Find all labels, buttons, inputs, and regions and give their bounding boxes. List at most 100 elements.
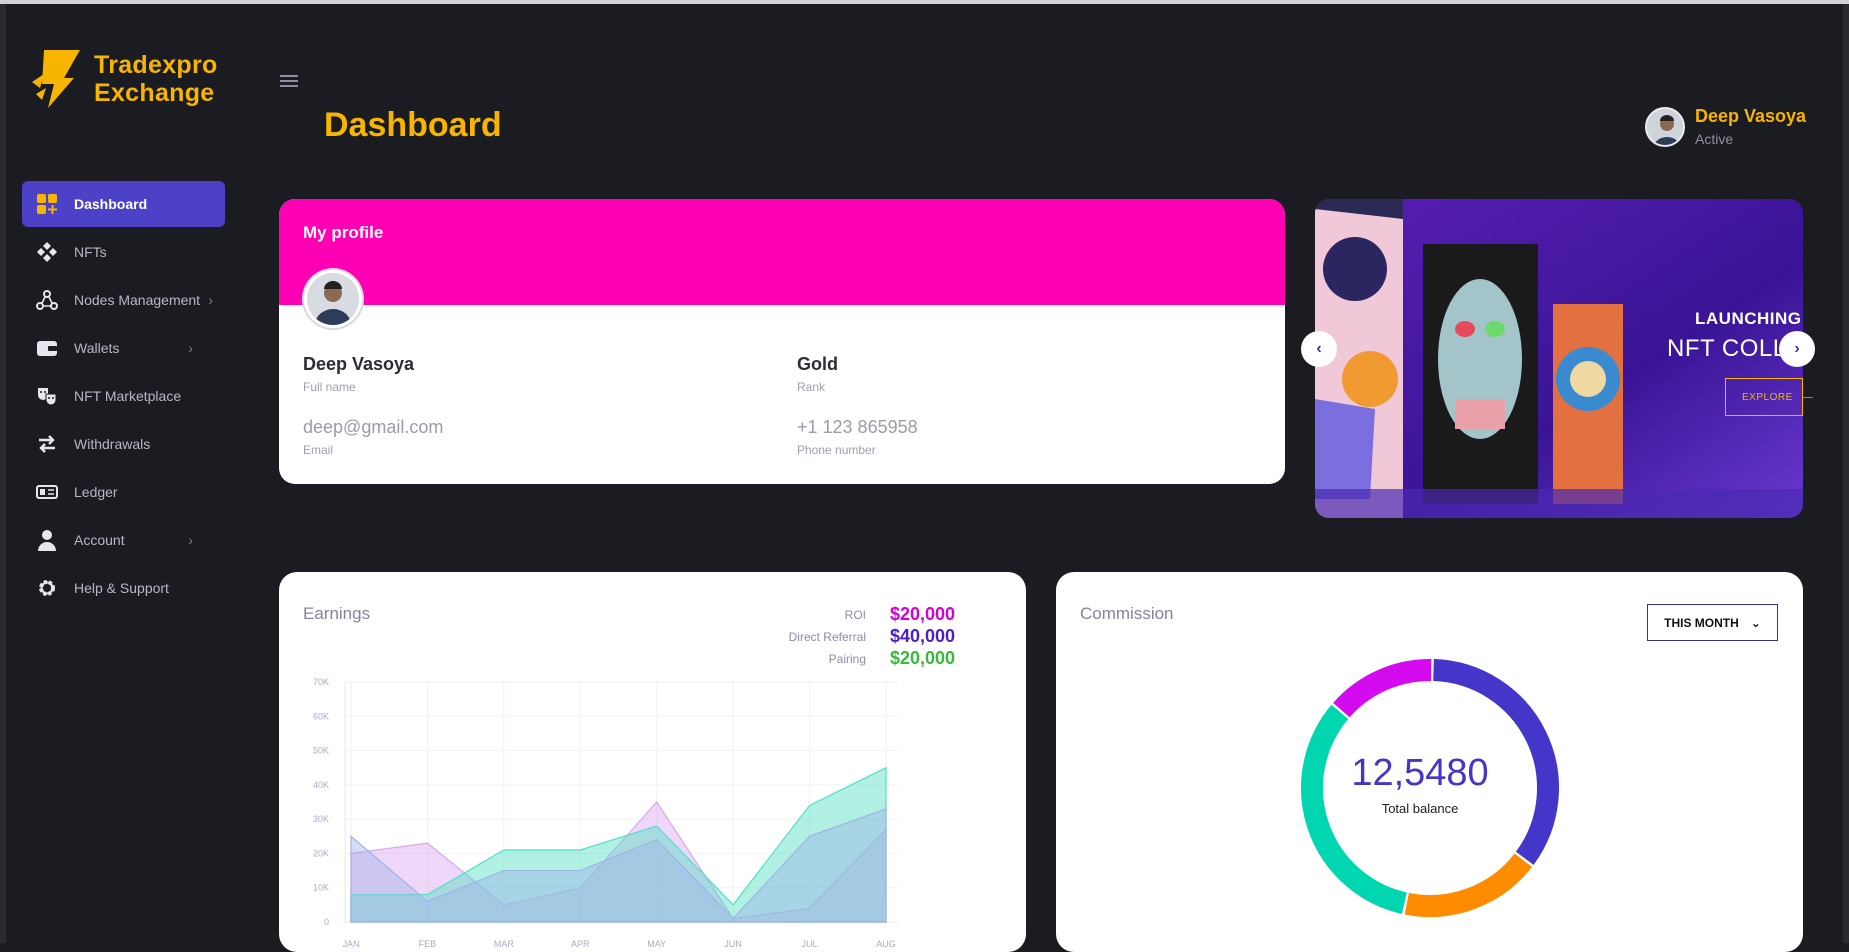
profile-email-field: deep@gmail.com Email: [303, 417, 443, 457]
profile-full-name-label: Full name: [303, 380, 356, 394]
sidebar-item-help-support[interactable]: Help & Support: [22, 565, 225, 611]
y-tick-label: 30K: [313, 814, 329, 824]
banner-explore-button[interactable]: EXPLORE —: [1725, 378, 1813, 416]
user-name: Deep Vasoya: [1695, 106, 1807, 126]
banner-line1: LAUNCHING: [1695, 309, 1802, 328]
x-tick-label: JUN: [724, 939, 742, 949]
sidebar-item-wallets[interactable]: Wallets ›: [22, 325, 225, 371]
brand-name-line2: Exchange: [94, 79, 215, 107]
ledger-icon: [36, 481, 58, 503]
window-right-border: [1843, 4, 1849, 943]
sidebar-nav: Dashboard NFTs Nodes Management › Wallet…: [22, 181, 225, 613]
x-tick-label: FEB: [419, 939, 437, 949]
profile-full-name: Deep Vasoya: [303, 354, 415, 374]
dash-icon: —: [1802, 391, 1814, 403]
avatar: [1645, 106, 1685, 147]
brand-name: Tradexpro Exchange: [94, 51, 218, 107]
profile-card-title: My profile: [303, 223, 384, 242]
earnings-card: Earnings ROI $20,000 Direct Referral $40…: [279, 572, 1026, 952]
dashboard-grid-icon: [36, 193, 58, 215]
user-icon: [36, 529, 58, 551]
earnings-area-chart: 70K 60K 50K 40K 30K 20K 10K 0 JAN FEB MAR APR MAY JUN…: [313, 677, 898, 949]
x-tick-label: APR: [571, 939, 590, 949]
y-tick-label: 20K: [313, 848, 329, 858]
sidebar-item-label: Help & Support: [74, 580, 169, 596]
page-title: Dashboard: [324, 106, 502, 144]
x-tick-label: MAY: [647, 939, 666, 949]
sidebar-item-nft-marketplace[interactable]: NFT Marketplace: [22, 373, 225, 419]
sidebar-item-label: Withdrawals: [74, 436, 151, 452]
sidebar-item-nfts[interactable]: NFTs: [22, 229, 225, 275]
chevron-down-icon: ⌄: [1750, 615, 1761, 630]
x-tick-label: JUL: [802, 939, 818, 949]
y-tick-label: 50K: [313, 746, 329, 756]
chevron-right-icon: ›: [208, 292, 213, 308]
nodes-icon: [36, 289, 58, 311]
legend-value: $20,000: [890, 604, 956, 624]
donut-slice-3: [1333, 659, 1432, 718]
profile-rank-field: Gold Rank: [797, 354, 838, 394]
profile-phone-label: Phone number: [797, 443, 876, 457]
window-left-border: [0, 4, 6, 943]
profile-rank: Gold: [797, 354, 838, 374]
profile-avatar: [304, 270, 362, 328]
brand-name-line1: Tradexpro: [94, 51, 218, 79]
wallet-icon: [36, 337, 58, 359]
sidebar-item-dashboard[interactable]: Dashboard: [22, 181, 225, 227]
profile-card: My profile Deep Vasoya Full name Gold Ra…: [279, 199, 1285, 484]
legend-label: Pairing: [828, 651, 866, 666]
brand-logo[interactable]: Tradexpro Exchange: [30, 48, 218, 110]
user-menu[interactable]: Deep Vasoya Active: [1645, 106, 1806, 147]
x-tick-label: MAR: [494, 939, 515, 949]
period-select[interactable]: THIS MONTH ⌄: [1647, 604, 1778, 641]
user-status: Active: [1695, 131, 1734, 147]
sidebar-item-label: Wallets: [74, 340, 120, 356]
x-tick-label: AUG: [876, 939, 896, 949]
commission-title: Commission: [1080, 604, 1174, 623]
y-tick-label: 0: [324, 917, 329, 927]
y-tick-label: 40K: [313, 780, 329, 790]
app-window: Tradexpro Exchange Dashboard NFTs Nodes …: [0, 0, 1849, 952]
commission-total-label: Total balance: [1381, 801, 1459, 816]
profile-rank-label: Rank: [797, 380, 826, 394]
sidebar-item-label: Account: [74, 532, 125, 548]
earnings-legend-roi: ROI $20,000: [746, 604, 970, 625]
lightning-7-logo-icon: [32, 50, 80, 108]
window-top-bar: [0, 0, 1849, 4]
chevron-left-icon: ‹: [1316, 340, 1322, 357]
chevron-right-icon: ›: [1794, 340, 1800, 357]
legend-value: $40,000: [890, 626, 956, 646]
commission-total-value: 12,5480: [1351, 752, 1489, 794]
x-tick-label: JAN: [342, 939, 359, 949]
sidebar-item-ledger[interactable]: Ledger: [22, 469, 225, 515]
sidebar-item-account[interactable]: Account ›: [22, 517, 225, 563]
menu-toggle-icon[interactable]: [280, 75, 298, 89]
swap-arrows-icon: [36, 433, 58, 455]
masks-icon: [36, 385, 58, 407]
profile-phone-field: +1 123 865958 Phone number: [797, 417, 918, 457]
earnings-legend-direct-referral: Direct Referral $40,000: [746, 626, 970, 647]
y-tick-label: 10K: [313, 883, 329, 893]
profile-phone: +1 123 865958: [797, 417, 918, 437]
legend-label: Direct Referral: [788, 629, 866, 644]
sidebar-item-label: Nodes Management: [74, 292, 201, 308]
gear-icon: [36, 577, 58, 599]
chevron-right-icon: ›: [188, 532, 193, 548]
y-tick-label: 70K: [313, 677, 329, 687]
earnings-title: Earnings: [303, 604, 371, 623]
commission-total: 12,5480 Total balance: [1350, 752, 1490, 816]
chevron-right-icon: ›: [188, 340, 193, 356]
profile-full-name-field: Deep Vasoya Full name: [303, 354, 414, 394]
sidebar-item-withdrawals[interactable]: Withdrawals: [22, 421, 225, 467]
donut-slice-1: [1404, 853, 1533, 917]
y-tick-label: 60K: [313, 711, 329, 721]
legend-value: $20,000: [890, 648, 956, 668]
sidebar-item-nodes-management[interactable]: Nodes Management ›: [22, 277, 225, 323]
diamond-shapes-icon: [36, 241, 58, 263]
banner-prev-button[interactable]: ‹: [1301, 331, 1337, 367]
banner-explore-label: EXPLORE: [1742, 391, 1793, 403]
sidebar-item-label: NFTs: [74, 244, 107, 260]
period-select-value: THIS MONTH: [1664, 615, 1739, 630]
profile-email: deep@gmail.com: [303, 417, 444, 437]
legend-label: ROI: [844, 607, 866, 622]
